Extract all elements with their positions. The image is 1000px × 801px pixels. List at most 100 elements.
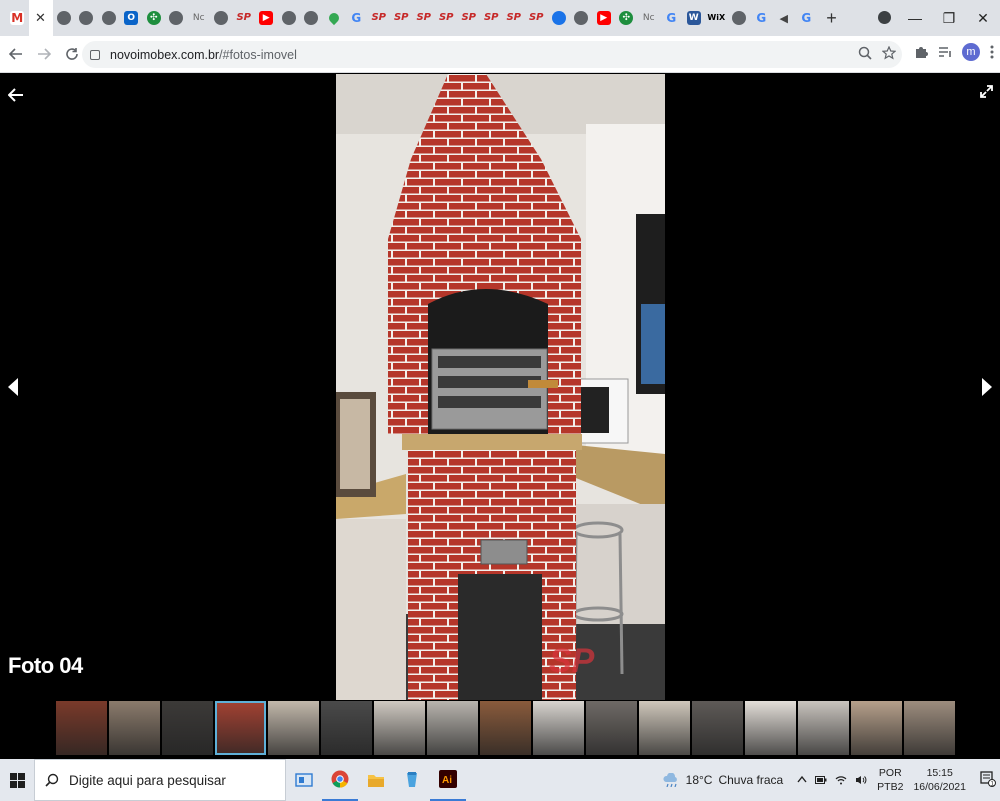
browser-tab[interactable]: SP [390,0,413,36]
browser-tab[interactable] [300,0,323,36]
browser-tab[interactable]: SP [503,0,526,36]
browser-tab[interactable]: ✣ [615,0,638,36]
browser-tab[interactable] [98,0,121,36]
browser-tab[interactable]: Nc [188,0,211,36]
google-icon: G [756,11,767,25]
photo-thumbnail[interactable] [268,701,319,755]
photo-thumbnail[interactable] [639,701,690,755]
extension-location-icon[interactable] [878,11,891,24]
browser-tab[interactable] [278,0,301,36]
browser-tab[interactable]: ◀ [773,0,796,36]
browser-tab[interactable] [210,0,233,36]
browser-tab[interactable]: Nc [638,0,661,36]
browser-tab[interactable]: W [683,0,706,36]
photo-thumbnail[interactable] [109,701,160,755]
taskbar-store[interactable] [394,759,430,801]
restore-button[interactable]: ❐ [932,10,966,27]
browser-tab[interactable] [323,0,346,36]
browser-tab[interactable] [728,0,751,36]
photo-thumbnail[interactable] [851,701,902,755]
lock-icon[interactable] [90,49,100,60]
photo-thumbnail[interactable] [427,701,478,755]
volume-icon[interactable] [855,775,867,785]
taskbar-chrome[interactable] [322,759,358,801]
photo-thumbnail[interactable] [904,701,955,755]
photo-thumbnail[interactable] [56,701,107,755]
forward-arrow-icon [38,48,51,60]
wifi-icon[interactable] [835,775,847,785]
action-center-button[interactable]: 1 [976,770,1000,790]
sp-icon: SP [393,12,409,23]
browser-tab[interactable]: G [750,0,773,36]
previous-photo-button[interactable] [8,376,18,402]
close-window-button[interactable]: ✕ [966,10,1000,27]
browser-tab[interactable]: WiX [705,0,728,36]
browser-tab[interactable]: SP [435,0,458,36]
browser-tab[interactable] [165,0,188,36]
extensions-puzzle-icon[interactable] [914,45,928,59]
browser-tab[interactable]: ▶ [593,0,616,36]
photo-thumbnail[interactable] [798,701,849,755]
browser-tab[interactable]: G [795,0,818,36]
browser-tab[interactable]: G [660,0,683,36]
new-tab-button[interactable]: + [818,8,846,29]
photo-thumbnail[interactable] [533,701,584,755]
photo-thumbnail[interactable] [215,701,266,755]
browser-tab[interactable]: SP [413,0,436,36]
browser-tab[interactable] [548,0,571,36]
tab-list: M ✕ O ✣ Nc SP ▶ G SP SP SP SP SP SP SP SP ▶ ✣ Nc G W WiX G ◀ G [6,0,818,36]
browser-tab[interactable]: SP [233,0,256,36]
globe-icon [304,11,319,25]
start-button[interactable] [0,759,34,801]
browser-tab[interactable]: SP [525,0,548,36]
search-placeholder: Digite aqui para pesquisar [69,772,226,788]
forward-button[interactable] [32,42,56,66]
photo-thumbnail[interactable] [586,701,637,755]
browser-tab[interactable]: SP [480,0,503,36]
browser-tab[interactable]: ✣ [143,0,166,36]
tray-icons [797,775,867,785]
weather-description: Chuva fraca [718,773,784,787]
reload-button[interactable] [60,42,84,66]
battery-icon[interactable] [815,775,827,785]
kebab-menu-icon[interactable] [990,45,994,59]
taskbar-search-box[interactable]: Digite aqui para pesquisar [34,759,286,801]
photo-thumbnail[interactable] [745,701,796,755]
next-photo-button[interactable] [982,376,992,402]
browser-tab[interactable] [53,0,76,36]
bookmark-star-icon[interactable] [882,46,896,60]
profile-avatar[interactable]: m [962,43,980,61]
browser-tab[interactable]: ▶ [255,0,278,36]
taskbar-file-explorer[interactable] [358,759,394,801]
browser-tab[interactable] [75,0,98,36]
zoom-icon[interactable] [858,46,872,60]
photo-thumbnail[interactable] [374,701,425,755]
photo-thumbnail[interactable] [162,701,213,755]
weather-widget[interactable]: 18°C Chuva fraca [662,773,784,787]
photo-thumbnail[interactable] [692,701,743,755]
back-button[interactable] [4,42,28,66]
task-view-icon [295,773,313,787]
photo-thumbnail[interactable] [480,701,531,755]
task-view-button[interactable] [286,759,322,801]
fullscreen-button[interactable] [980,85,993,102]
browser-tab[interactable]: SP [458,0,481,36]
close-tab-icon[interactable]: ✕ [34,11,48,25]
chevron-up-icon[interactable] [797,775,807,783]
close-viewer-button[interactable] [7,83,24,109]
url-text[interactable]: novoimobex.com.br/#fotos-imovel [110,48,297,62]
input-language[interactable]: POR PTB2 [877,766,903,794]
taskbar-clock[interactable]: 15:15 16/06/2021 [913,766,966,794]
reading-list-icon[interactable] [938,45,952,59]
browser-tab[interactable] [570,0,593,36]
browser-tab[interactable]: O [120,0,143,36]
browser-tab[interactable]: G [345,0,368,36]
address-bar[interactable]: novoimobex.com.br/#fotos-imovel [82,41,902,68]
browser-tab[interactable]: ✕ [28,0,53,36]
taskbar-illustrator[interactable]: Ai [430,759,466,801]
browser-tab[interactable]: M [6,0,29,36]
photo-thumbnail[interactable] [321,701,372,755]
browser-tab[interactable]: SP [368,0,391,36]
gmail-icon: M [10,11,25,25]
minimize-button[interactable]: — [898,10,932,26]
